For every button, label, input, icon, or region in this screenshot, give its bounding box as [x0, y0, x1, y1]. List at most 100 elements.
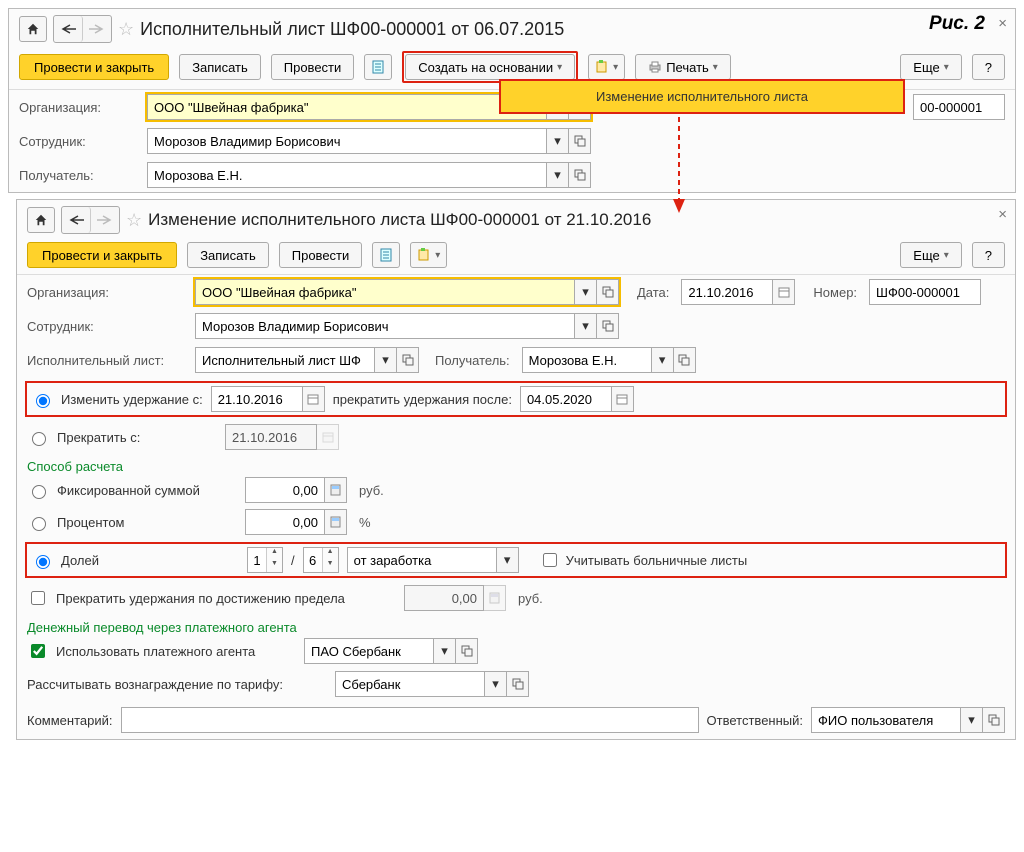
- chevron-down-icon[interactable]: ▾: [434, 638, 456, 664]
- apply-close-button[interactable]: Провести и закрыть: [27, 242, 177, 268]
- responsible-field[interactable]: [811, 707, 961, 733]
- chevron-down-icon[interactable]: ▾: [961, 707, 983, 733]
- calendar-icon[interactable]: [612, 386, 634, 412]
- chevron-down-icon[interactable]: ▾: [375, 347, 397, 373]
- share-radio[interactable]: [36, 555, 50, 569]
- chevron-down-icon[interactable]: ▾: [575, 279, 597, 305]
- step-down-icon[interactable]: ▼: [267, 560, 282, 572]
- employee-field[interactable]: [195, 313, 575, 339]
- chevron-down-icon[interactable]: ▾: [547, 162, 569, 188]
- open-ref-icon[interactable]: [397, 347, 419, 373]
- favorite-star-icon[interactable]: ☆: [126, 210, 142, 231]
- share-denominator[interactable]: [304, 548, 322, 572]
- percent-radio[interactable]: [32, 517, 46, 531]
- share-denominator-stepper[interactable]: ▲▼: [303, 547, 339, 573]
- number-field[interactable]: [869, 279, 981, 305]
- use-agent-label: Использовать платежного агента: [56, 644, 296, 659]
- org-field[interactable]: [195, 279, 575, 305]
- employee-row: Сотрудник: ▾: [9, 124, 1015, 158]
- change-from-row-highlight: Изменить удержание с: прекратить удержан…: [25, 381, 1007, 417]
- fee-label: Рассчитывать вознаграждение по тарифу:: [27, 677, 327, 692]
- forward-button[interactable]: [83, 16, 111, 42]
- chevron-down-icon[interactable]: ▾: [485, 671, 507, 697]
- number-tail-field[interactable]: [913, 94, 1005, 120]
- open-ref-icon[interactable]: [569, 128, 591, 154]
- open-ref-icon[interactable]: [456, 638, 478, 664]
- report-icon-button[interactable]: [372, 242, 400, 268]
- chevron-down-icon[interactable]: ▾: [652, 347, 674, 373]
- org-field[interactable]: [147, 94, 547, 120]
- report-icon-button[interactable]: [364, 54, 392, 80]
- create-based-button[interactable]: Создать на основании: [405, 54, 575, 80]
- date-field[interactable]: [681, 279, 773, 305]
- home-button[interactable]: [27, 207, 55, 233]
- step-up-icon[interactable]: ▲: [323, 548, 338, 560]
- fixed-sum-radio[interactable]: [32, 485, 46, 499]
- limit-checkbox[interactable]: [31, 591, 45, 605]
- calculator-icon[interactable]: [325, 477, 347, 503]
- apply-button[interactable]: Провести: [271, 54, 355, 80]
- create-based-dropdown-item[interactable]: Изменение исполнительного листа: [499, 79, 905, 114]
- sick-leave-checkbox[interactable]: [543, 553, 557, 567]
- back-button[interactable]: [54, 16, 83, 42]
- fee-row: Рассчитывать вознаграждение по тарифу: ▾: [17, 667, 1015, 701]
- step-down-icon[interactable]: ▼: [323, 560, 338, 572]
- change-from-radio[interactable]: [36, 394, 50, 408]
- employee-field[interactable]: [147, 128, 547, 154]
- fixed-sum-value[interactable]: [245, 477, 325, 503]
- close-icon[interactable]: ×: [998, 15, 1007, 32]
- stop-from-radio[interactable]: [32, 432, 46, 446]
- fee-field[interactable]: [335, 671, 485, 697]
- agent-row: Использовать платежного агента ▾: [17, 635, 1015, 667]
- comment-field[interactable]: [121, 707, 699, 733]
- open-ref-icon[interactable]: [674, 347, 696, 373]
- share-base-select[interactable]: [347, 547, 497, 573]
- step-up-icon[interactable]: ▲: [267, 548, 282, 560]
- calculator-icon[interactable]: [325, 509, 347, 535]
- attach-icon-button[interactable]: [588, 54, 625, 80]
- use-agent-checkbox[interactable]: [31, 644, 45, 658]
- print-button[interactable]: Печать: [635, 54, 731, 80]
- open-ref-icon[interactable]: [569, 162, 591, 188]
- recipient-field[interactable]: [147, 162, 547, 188]
- share-numerator[interactable]: [248, 548, 266, 572]
- close-icon[interactable]: ×: [998, 206, 1007, 223]
- attach-icon-button[interactable]: [410, 242, 447, 268]
- stop-after-date[interactable]: [520, 386, 612, 412]
- calculator-icon: [484, 585, 506, 611]
- back-button[interactable]: [62, 207, 91, 233]
- agent-field[interactable]: [304, 638, 434, 664]
- home-button[interactable]: [19, 16, 47, 42]
- save-button[interactable]: Записать: [187, 242, 269, 268]
- change-from-date[interactable]: [211, 386, 303, 412]
- transfer-section-title: Денежный перевод через платежного агента: [17, 614, 1015, 635]
- window-title: Изменение исполнительного листа ШФ00-000…: [148, 210, 651, 230]
- calendar-icon[interactable]: [303, 386, 325, 412]
- help-button[interactable]: ?: [972, 242, 1005, 268]
- calendar-icon: [317, 424, 339, 450]
- help-button[interactable]: ?: [972, 54, 1005, 80]
- open-ref-icon[interactable]: [507, 671, 529, 697]
- forward-button[interactable]: [91, 207, 119, 233]
- open-ref-icon[interactable]: [983, 707, 1005, 733]
- print-label: Печать: [666, 60, 709, 75]
- percent-value[interactable]: [245, 509, 325, 535]
- percent-row: Процентом %: [17, 506, 1015, 538]
- calendar-icon[interactable]: [773, 279, 795, 305]
- save-button[interactable]: Записать: [179, 54, 261, 80]
- exec-doc-field[interactable]: [195, 347, 375, 373]
- more-button[interactable]: Еще: [900, 54, 961, 80]
- share-numerator-stepper[interactable]: ▲▼: [247, 547, 283, 573]
- chevron-down-icon[interactable]: ▾: [547, 128, 569, 154]
- recipient-field[interactable]: [522, 347, 652, 373]
- chevron-down-icon[interactable]: ▾: [575, 313, 597, 339]
- apply-button[interactable]: Провести: [279, 242, 363, 268]
- apply-close-button[interactable]: Провести и закрыть: [19, 54, 169, 80]
- more-button[interactable]: Еще: [900, 242, 961, 268]
- chevron-down-icon[interactable]: ▾: [497, 547, 519, 573]
- open-ref-icon[interactable]: [597, 313, 619, 339]
- fixed-sum-row: Фиксированной суммой руб.: [17, 474, 1015, 506]
- favorite-star-icon[interactable]: ☆: [118, 19, 134, 40]
- limit-value: [404, 585, 484, 611]
- open-ref-icon[interactable]: [597, 279, 619, 305]
